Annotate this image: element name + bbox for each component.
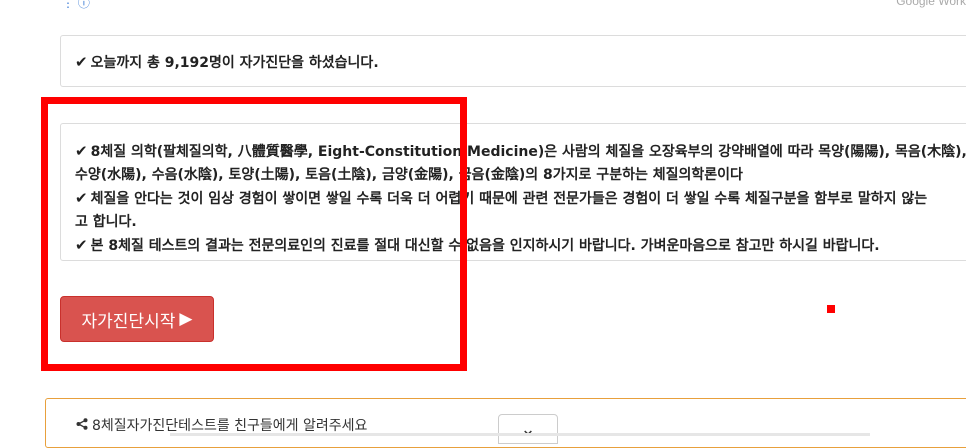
chevron-down-icon: ⌄ [520,418,536,440]
share-label: 8체질자가진단테스트를 친구들에게 알려주세요 [92,418,368,434]
google-workspace-text: Google Work [896,0,966,8]
share-icon [76,418,88,434]
visitor-count-box: ✔ 오늘까지 총 9,192명이 자가진단을 하셨습니다. [60,35,966,87]
highlight-box [41,97,467,371]
check-icon: ✔ [75,53,88,71]
red-marker [827,305,835,313]
info-icons[interactable]: ⋮ ⓘ [62,0,90,11]
visitor-count-text: 오늘까지 총 9,192명이 자가진단을 하셨습니다. [90,55,379,71]
collapse-toggle[interactable]: ⌄ [498,414,558,444]
